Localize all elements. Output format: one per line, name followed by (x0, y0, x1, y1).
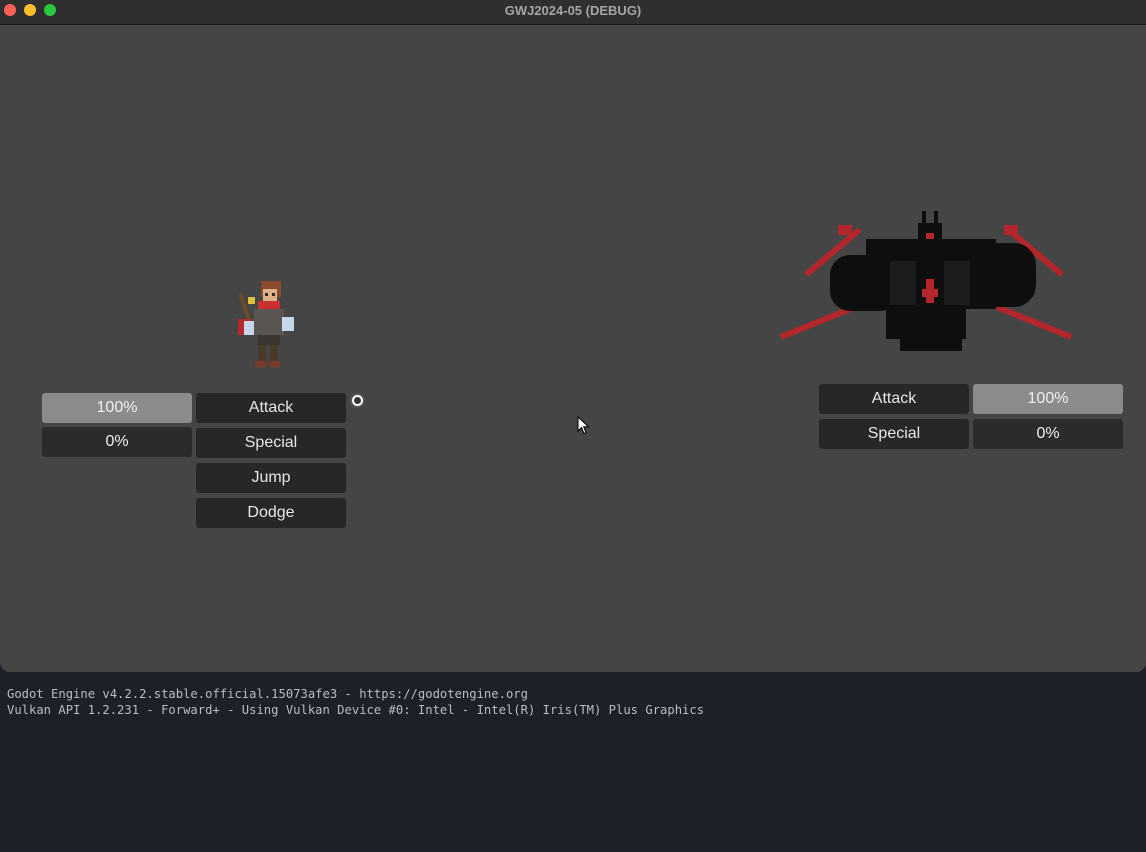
enemy-attack-button[interactable]: Attack (819, 384, 969, 414)
output-console: Godot Engine v4.2.2.stable.official.1507… (0, 682, 1146, 852)
player-special-label: 0% (105, 433, 129, 450)
game-viewport: 100% 0% Attack Special Jump Dodge Attack… (0, 25, 1146, 672)
enemy-special-label: 0% (1036, 425, 1060, 442)
player-special-button[interactable]: Special (196, 428, 346, 458)
player-jump-button[interactable]: Jump (196, 463, 346, 493)
player-dodge-button[interactable]: Dodge (196, 498, 346, 528)
turn-indicator-icon (350, 393, 365, 408)
console-line: Vulkan API 1.2.231 - Forward+ - Using Vu… (7, 703, 705, 717)
player-health-label: 100% (96, 399, 138, 416)
demon-boss-sprite-icon (779, 211, 1073, 351)
title-bar[interactable]: GWJ2024-05 (DEBUG) (0, 0, 1146, 25)
player-health-meter: 100% (42, 393, 192, 423)
hero-sprite-icon (238, 281, 294, 367)
enemy-health-meter: 100% (973, 384, 1123, 414)
mouse-cursor-icon (577, 416, 590, 435)
player-attack-button[interactable]: Attack (196, 393, 346, 423)
window-title: GWJ2024-05 (DEBUG) (504, 3, 642, 18)
game-window: GWJ2024-05 (DEBUG) 100% 0% Attack Specia… (0, 0, 1146, 672)
enemy-health-label: 100% (1027, 390, 1069, 407)
console-line: Godot Engine v4.2.2.stable.official.1507… (7, 687, 528, 701)
enemy-special-meter: 0% (973, 419, 1123, 449)
enemy-special-button[interactable]: Special (819, 419, 969, 449)
player-special-meter: 0% (42, 427, 192, 457)
